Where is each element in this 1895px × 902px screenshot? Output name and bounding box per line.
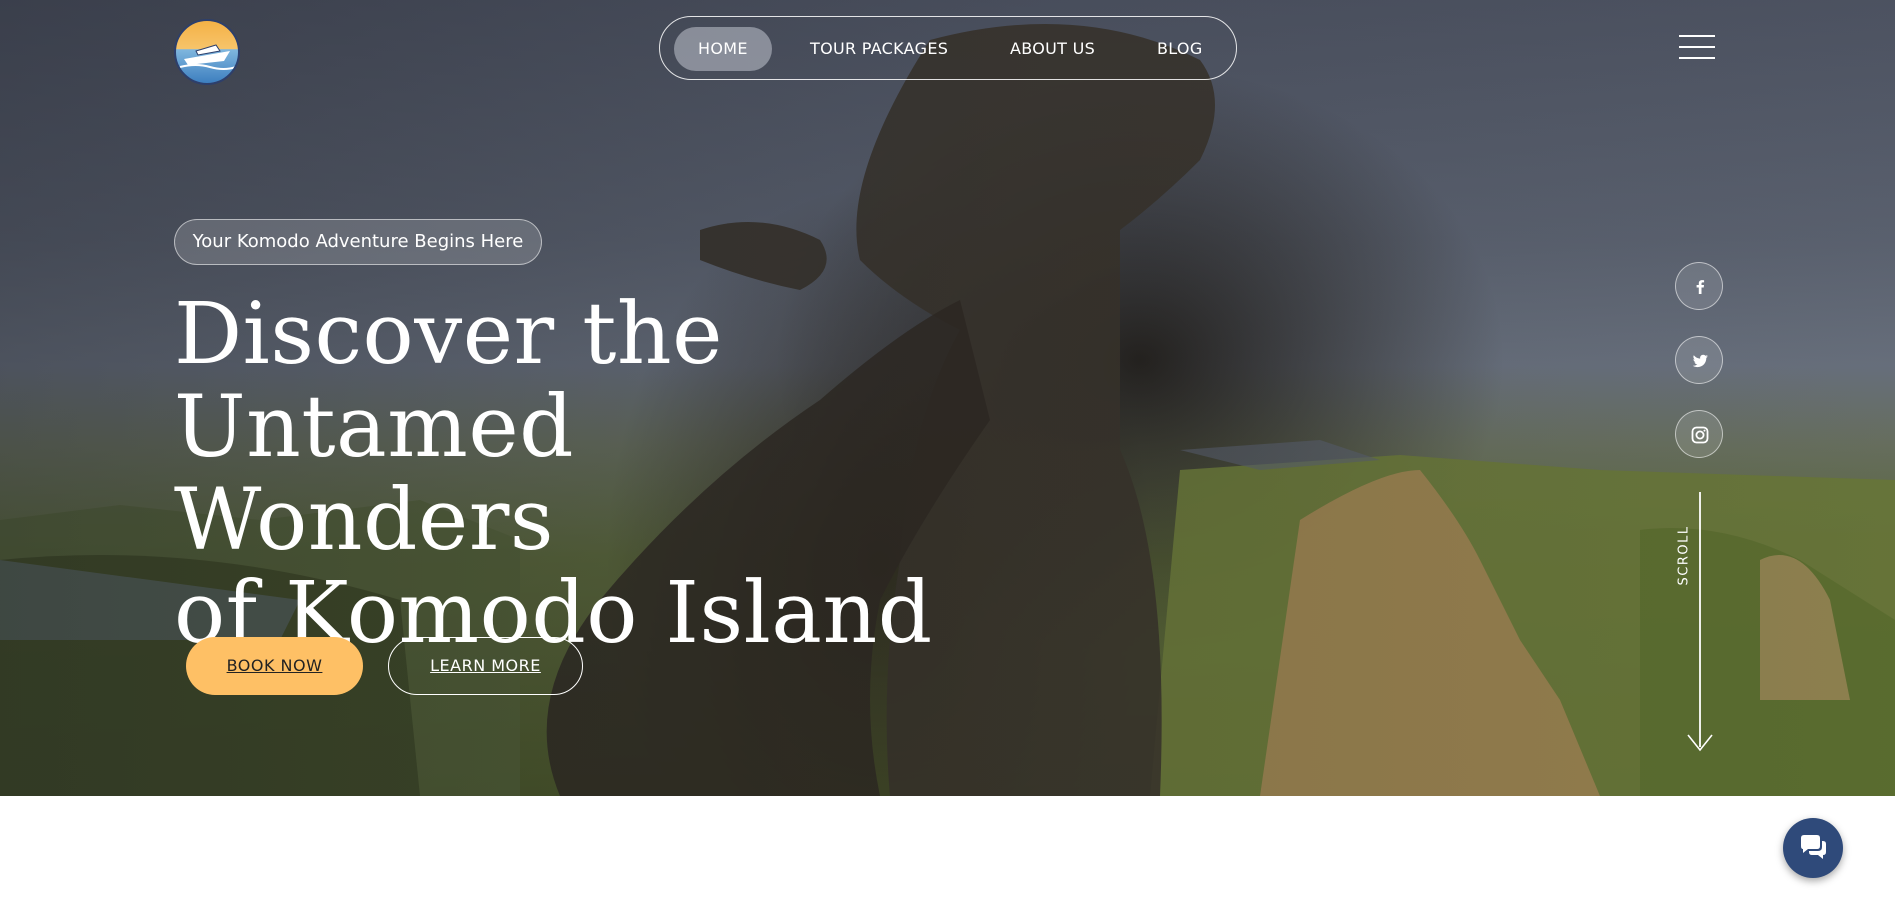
boat-logo-icon: [179, 44, 237, 70]
chat-button[interactable]: [1783, 818, 1843, 878]
menu-bar: [1679, 57, 1715, 59]
hamburger-menu-icon[interactable]: [1679, 34, 1715, 60]
menu-bar: [1679, 46, 1715, 48]
scroll-label: SCROLL: [1676, 525, 1692, 586]
main-navigation: HOME TOUR PACKAGES ABOUT US BLOG: [659, 16, 1237, 80]
nav-item-blog[interactable]: BLOG: [1133, 27, 1227, 71]
learn-more-button[interactable]: LEARN MORE: [388, 637, 583, 695]
nav-item-about-us[interactable]: ABOUT US: [986, 27, 1119, 71]
instagram-icon: [1691, 426, 1709, 444]
arrow-down-icon[interactable]: [1687, 733, 1713, 753]
hero-tagline-badge: Your Komodo Adventure Begins Here: [174, 219, 542, 265]
twitter-link[interactable]: [1675, 336, 1723, 384]
menu-bar: [1679, 35, 1715, 37]
instagram-link[interactable]: [1675, 410, 1723, 458]
nav-item-tour-packages[interactable]: TOUR PACKAGES: [786, 27, 972, 71]
headline-line: Untamed Wonders: [174, 378, 575, 570]
site-logo[interactable]: [174, 19, 240, 85]
headline-line: Discover the: [174, 285, 723, 384]
twitter-icon: [1692, 354, 1708, 368]
hero-headline: Discover the Untamed Wonders of Komodo I…: [174, 288, 974, 660]
facebook-link[interactable]: [1675, 262, 1723, 310]
book-now-button[interactable]: BOOK NOW: [186, 637, 363, 695]
scroll-indicator-line: [1699, 492, 1701, 747]
chat-bubbles-icon: [1801, 835, 1826, 859]
facebook-icon: [1696, 280, 1705, 294]
nav-item-home[interactable]: HOME: [674, 27, 772, 71]
